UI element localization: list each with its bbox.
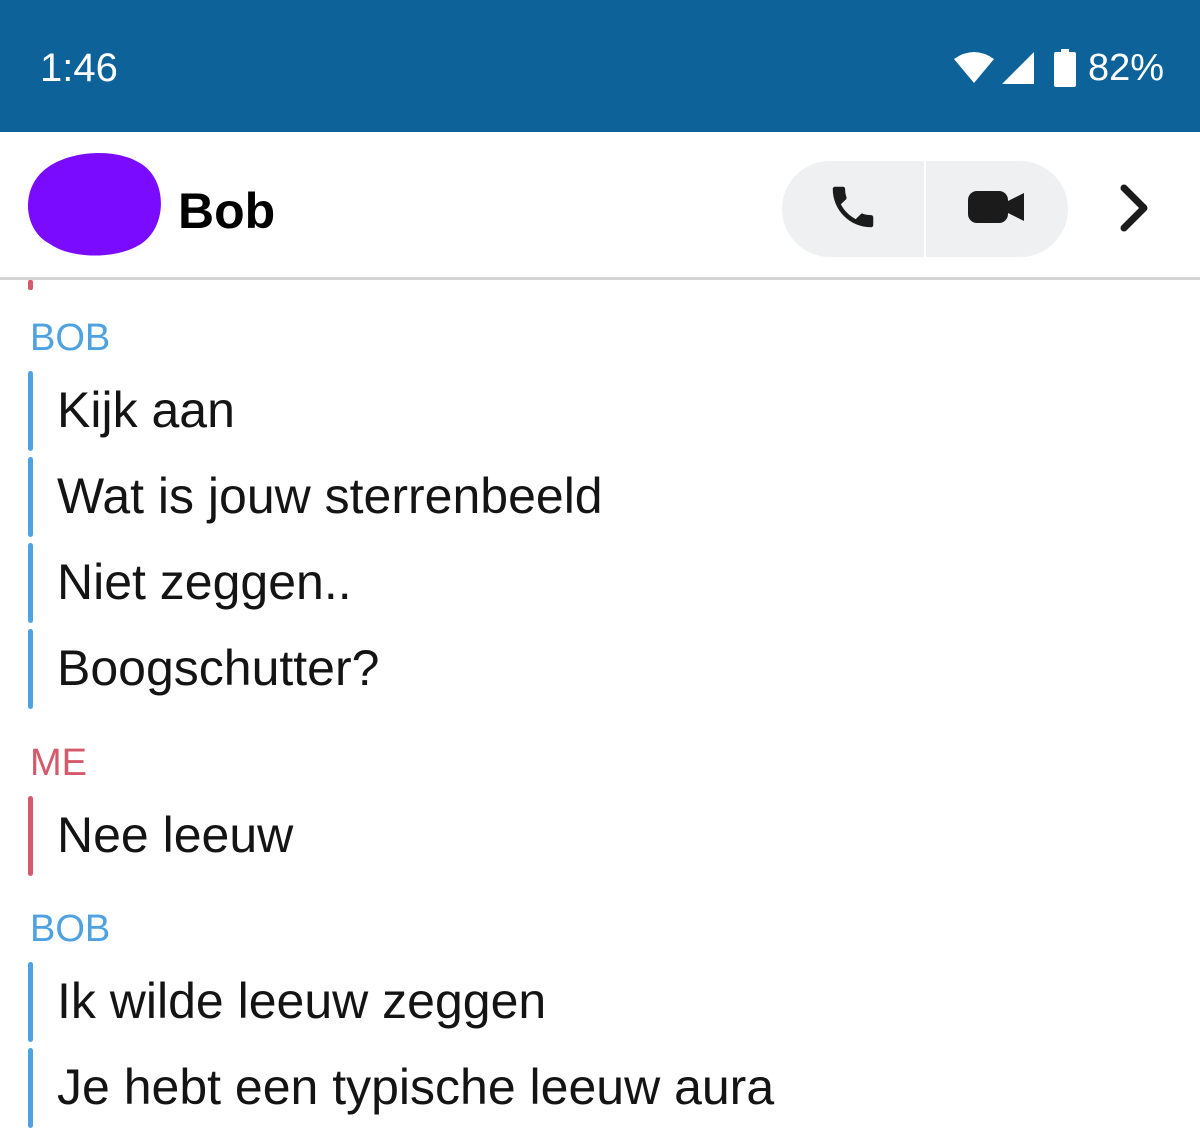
conversation-details-button[interactable]: [1104, 180, 1164, 240]
message-accent-bar: [28, 962, 33, 1042]
message-accent-bar: [28, 543, 33, 623]
wifi-icon: [953, 51, 994, 85]
battery-icon: [1053, 49, 1076, 87]
sender-label: BOB: [30, 908, 111, 950]
message-text: Wat is jouw sterrenbeeld: [57, 468, 603, 524]
status-bar: 1:46 82%: [0, 0, 1200, 132]
video-camera-icon: [968, 189, 1026, 230]
chevron-right-icon: [1117, 183, 1151, 238]
cell-signal-icon: [1000, 50, 1036, 86]
sender-label: ME: [30, 742, 87, 784]
message-accent-bar: [28, 457, 33, 537]
status-icons: 82%: [953, 44, 1164, 92]
sender-label: BOB: [30, 317, 111, 359]
conversation-header: Bob: [0, 132, 1200, 280]
message-text: Boogschutter?: [57, 640, 380, 696]
status-time: 1:46: [40, 46, 118, 90]
message-row[interactable]: Nee leeuw: [28, 794, 1128, 876]
message-row[interactable]: Kijk aan: [28, 369, 1128, 451]
message-row[interactable]: Boogschutter?: [28, 627, 1128, 709]
contact-name[interactable]: Bob: [178, 182, 275, 240]
message-accent-bar: [28, 371, 33, 451]
message-row[interactable]: Wat is jouw sterrenbeeld: [28, 455, 1128, 537]
message-accent-bar: [28, 1048, 33, 1128]
message-accent-bar: [28, 796, 33, 876]
message-row[interactable]: Je hebt een typische leeuw aura: [28, 1046, 1128, 1128]
battery-percentage: 82%: [1087, 47, 1164, 89]
phone-icon: [826, 180, 880, 239]
message-accent-bar: [28, 629, 33, 709]
message-text: Ik wilde leeuw zeggen: [57, 973, 547, 1029]
message-text: Nee leeuw: [57, 807, 294, 863]
message-row[interactable]: Ik wilde leeuw zeggen: [28, 960, 1128, 1042]
previous-message-edge: [28, 280, 33, 290]
voice-call-button[interactable]: [782, 161, 924, 257]
message-thread[interactable]: BOB Kijk aan Wat is jouw sterrenbeeld Ni…: [0, 280, 1200, 1130]
message-row[interactable]: Niet zeggen..: [28, 541, 1128, 623]
call-actions: [782, 161, 1068, 257]
video-call-button[interactable]: [926, 161, 1068, 257]
message-text: Niet zeggen..: [57, 554, 352, 610]
message-text: Je hebt een typische leeuw aura: [57, 1059, 775, 1115]
message-text: Kijk aan: [57, 382, 235, 438]
avatar[interactable]: [20, 150, 165, 263]
